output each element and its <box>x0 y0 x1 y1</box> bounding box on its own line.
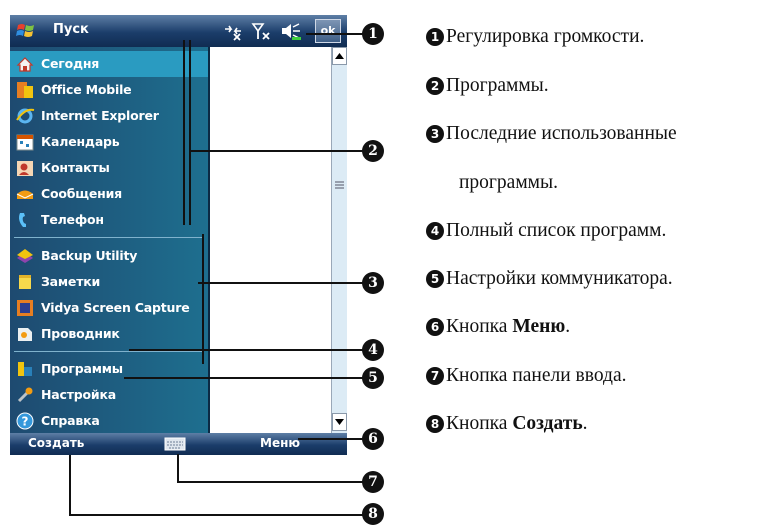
legend-item-8: 8 Кнопка Создать. <box>426 413 588 435</box>
legend-item-3: 3 Последние использованные <box>426 123 677 145</box>
callout-2: 2 <box>362 140 384 162</box>
callout-3: 3 <box>362 272 384 294</box>
callout-7: 7 <box>362 471 384 493</box>
callout-6: 6 <box>362 428 384 450</box>
legend-item-3-continued: программы. <box>459 172 558 193</box>
legend-item-1: 1 Регулировка громкости. <box>426 26 644 48</box>
legend-item-7: 7 Кнопка панели ввода. <box>426 365 626 387</box>
callout-5: 5 <box>362 367 384 389</box>
legend-item-6: 6 Кнопка Меню. <box>426 316 570 338</box>
callout-8: 8 <box>362 503 384 525</box>
legend-item-5: 5 Настройки коммуникатора. <box>426 268 673 290</box>
legend-item-2: 2 Программы. <box>426 75 549 97</box>
callout-1: 1 <box>362 23 384 45</box>
legend-item-4: 4 Полный список программ. <box>426 220 666 242</box>
callout-4: 4 <box>362 339 384 361</box>
callout-lines <box>69 33 372 516</box>
